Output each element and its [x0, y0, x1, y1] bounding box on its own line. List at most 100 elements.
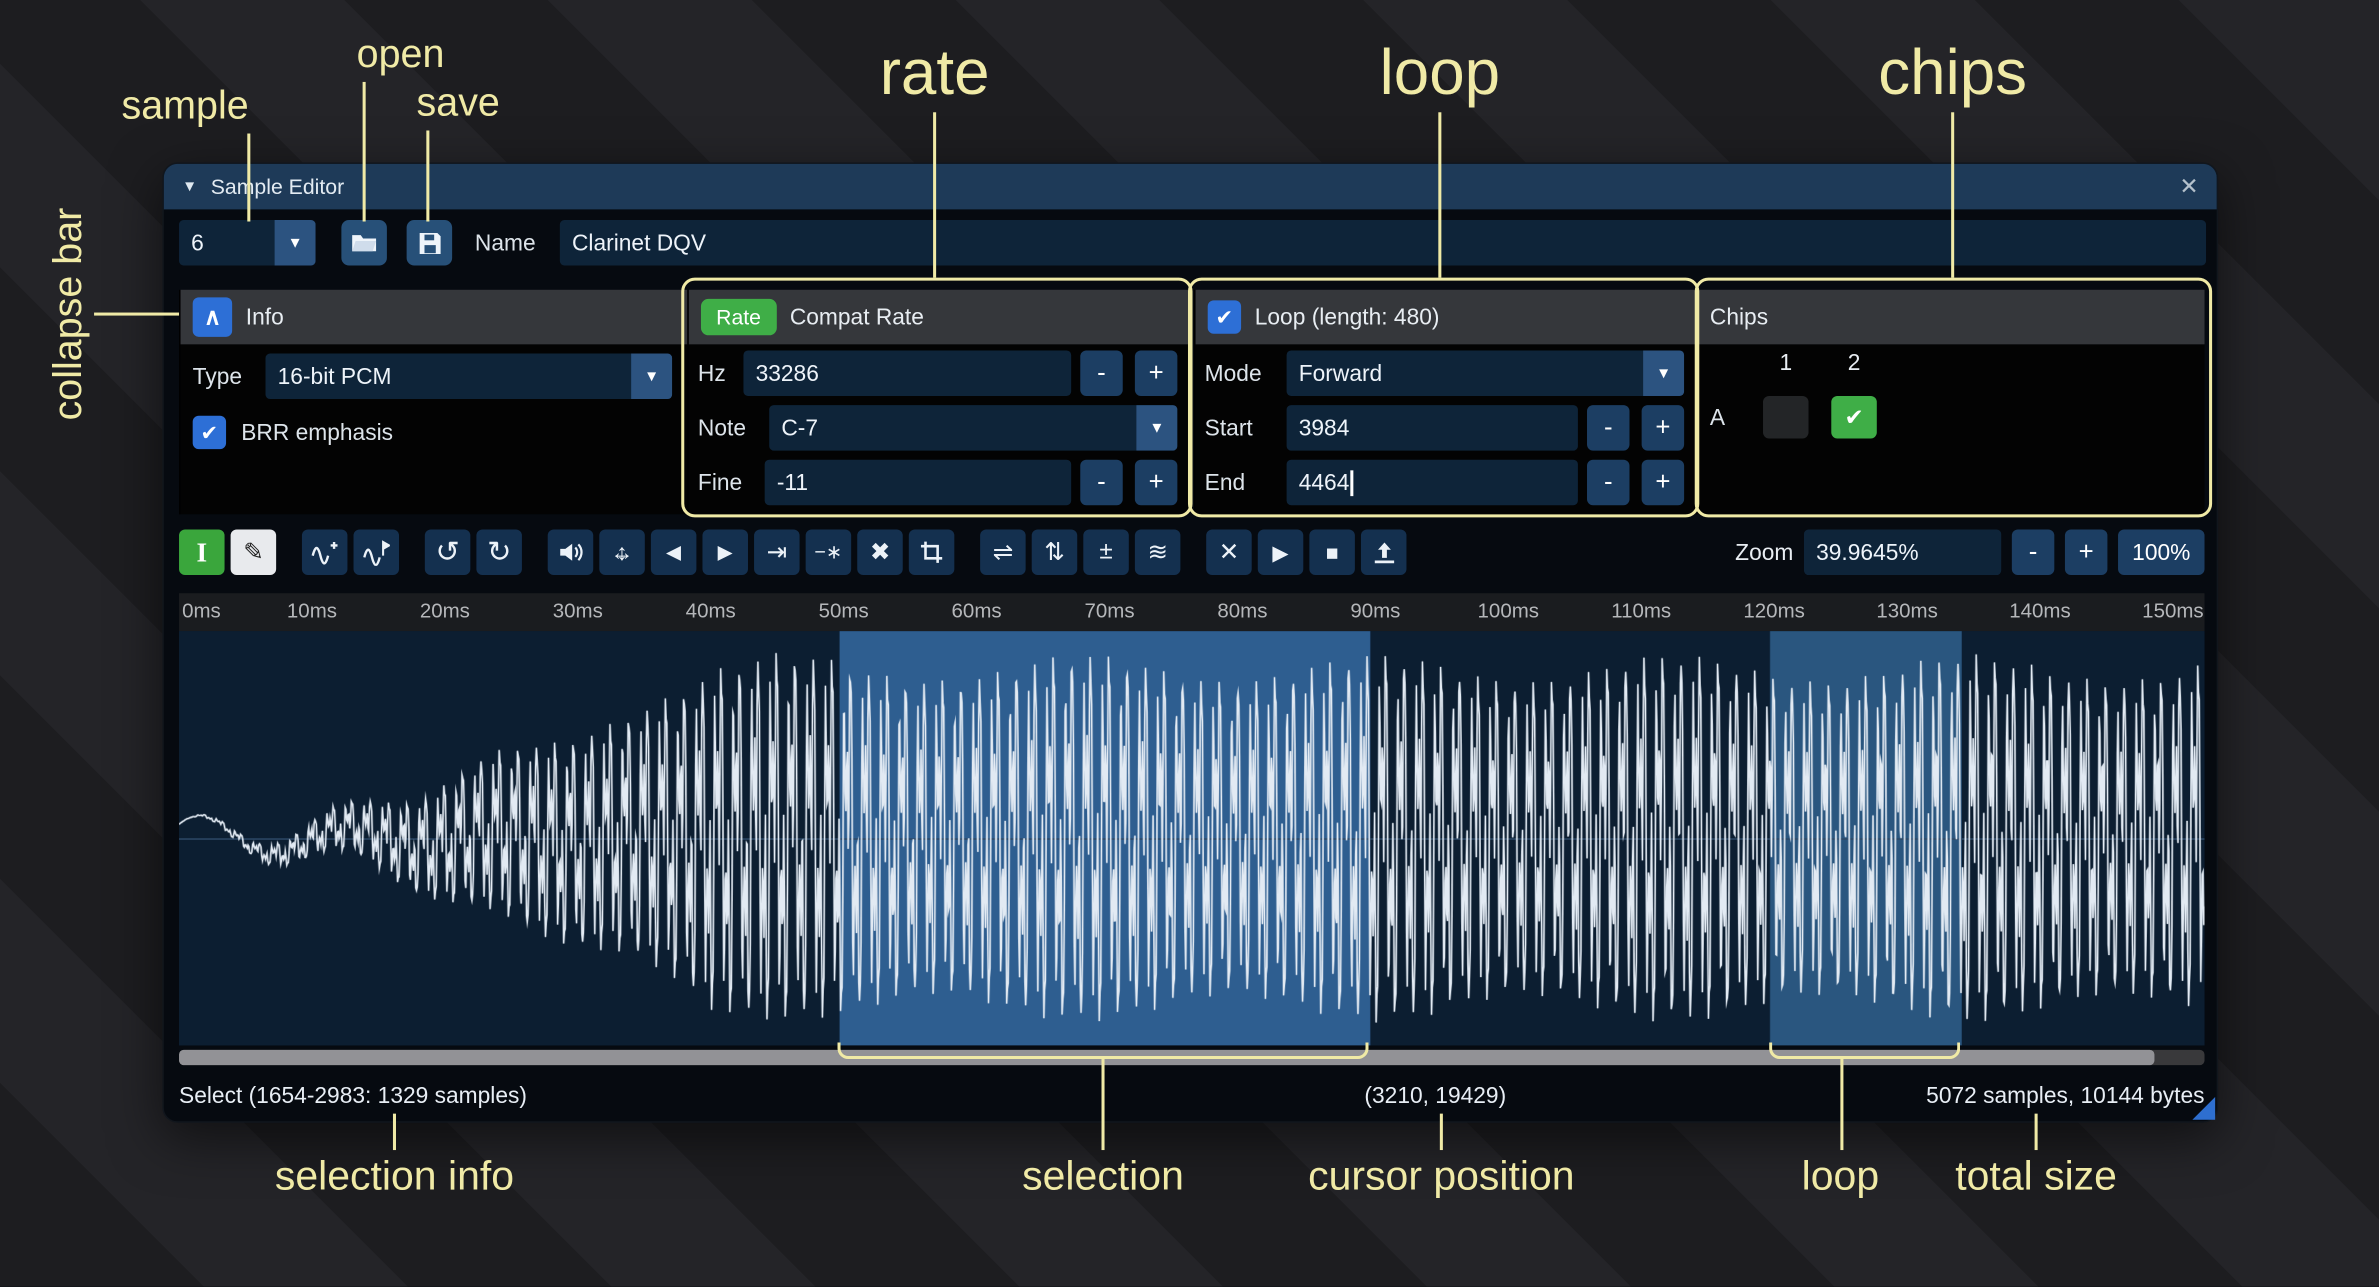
zoom-value: 39.9645% — [1816, 539, 1919, 565]
line-selection-info — [393, 1114, 396, 1150]
sample-select-value: 6 — [179, 220, 275, 266]
zoom-label: Zoom — [1735, 539, 1793, 565]
collapse-bar-button[interactable]: ∧ — [193, 297, 232, 336]
apply-silence-button[interactable]: −∗ — [806, 530, 852, 576]
arrows-horizontal-icon: ↔ — [599, 530, 645, 576]
selection-info-text: Select (1654-2983: 1329 samples) — [179, 1083, 527, 1109]
play-button[interactable]: ▶ — [1258, 530, 1304, 576]
ruler-label: 50ms — [819, 599, 869, 622]
line-save — [426, 130, 429, 221]
resample-wave-icon — [363, 539, 390, 566]
sign-button[interactable]: ± — [1083, 530, 1129, 576]
annotation-rate: rate — [880, 36, 990, 109]
annotation-chips: chips — [1878, 36, 2027, 109]
annotation-sample: sample — [122, 82, 249, 129]
fade-out-icon: ▶ — [718, 540, 733, 564]
ruler-label: 70ms — [1084, 599, 1134, 622]
reverse-button[interactable]: ⇌ — [980, 530, 1026, 576]
invert-icon: ⇅ — [1044, 537, 1064, 567]
chevron-down-icon[interactable]: ▼ — [631, 354, 672, 400]
waveform-canvas[interactable] — [179, 631, 2204, 1045]
zoom-reset-button[interactable]: 100% — [2118, 530, 2204, 576]
line-sample — [247, 134, 250, 222]
zoom-in-button[interactable]: + — [2065, 530, 2107, 576]
stop-button[interactable]: ■ — [1309, 530, 1355, 576]
status-bar: Select (1654-2983: 1329 samples) (3210, … — [164, 1071, 2217, 1121]
crossfade-button[interactable]: ✕ — [1206, 530, 1252, 576]
filter-button[interactable]: ≋ — [1135, 530, 1181, 576]
ruler-label: 10ms — [287, 599, 337, 622]
annotation-collapse-bar: collapse bar — [45, 208, 92, 421]
name-input[interactable]: Clarinet DQV — [560, 220, 2206, 266]
save-button[interactable] — [407, 220, 453, 266]
edit-mode-button[interactable]: I — [179, 530, 225, 576]
invert-button[interactable]: ⇅ — [1032, 530, 1078, 576]
window-title: Sample Editor — [211, 174, 344, 198]
ruler-label: 30ms — [553, 599, 603, 622]
check-icon: ✔ — [200, 420, 218, 446]
screenshot-stage: ▼ Sample Editor ✕ 6 ▼ Name Clarinet DQV — [0, 0, 2379, 1287]
line-selection — [1102, 1059, 1105, 1150]
trim-button[interactable] — [909, 530, 955, 576]
speaker-icon — [557, 539, 584, 566]
resize-grip[interactable] — [2192, 1097, 2215, 1120]
insert-silence-button[interactable]: ⇥ — [754, 530, 800, 576]
ruler-label: 60ms — [952, 599, 1002, 622]
zoom-out-button[interactable]: - — [2012, 530, 2054, 576]
line-cursor-position — [1440, 1114, 1443, 1150]
line-total-size — [2035, 1114, 2038, 1150]
line-collapse-bar — [94, 313, 179, 316]
line-loop-region — [1840, 1059, 1843, 1150]
resample-button[interactable] — [354, 530, 400, 576]
selection-bracket — [838, 1042, 1369, 1059]
amplify-button[interactable] — [548, 530, 594, 576]
redo-button[interactable]: ↻ — [476, 530, 522, 576]
annotation-loop-region: loop — [1802, 1153, 1879, 1200]
type-select[interactable]: 16-bit PCM ▼ — [266, 354, 673, 400]
close-icon[interactable]: ✕ — [2179, 173, 2198, 200]
folder-open-icon — [350, 229, 377, 256]
timeline-ruler: 0ms10ms20ms30ms40ms50ms60ms70ms80ms90ms1… — [179, 593, 2204, 631]
insert-silence-icon: ⇥ — [767, 537, 787, 567]
waveform-view[interactable] — [179, 631, 2204, 1045]
zoom-input[interactable]: 39.9645% — [1804, 530, 2001, 576]
fade-in-button[interactable]: ◀ — [651, 530, 697, 576]
ruler-label: 20ms — [420, 599, 470, 622]
sample-select[interactable]: 6 ▼ — [179, 220, 316, 266]
line-rate — [933, 112, 936, 277]
crop-icon — [919, 540, 943, 564]
annotation-selection-info: selection info — [275, 1153, 514, 1200]
draw-mode-button[interactable]: ✎ — [231, 530, 277, 576]
upload-icon — [1371, 539, 1397, 565]
window-titlebar[interactable]: ▼ Sample Editor ✕ — [164, 164, 2217, 210]
chevron-up-icon: ∧ — [204, 303, 221, 330]
fade-out-button[interactable]: ▶ — [702, 530, 748, 576]
filter-wave-icon: ≋ — [1147, 537, 1167, 567]
info-panel-header: ∧ Info — [181, 290, 688, 345]
ruler-label: 140ms — [2009, 599, 2070, 622]
ruler-label: 90ms — [1350, 599, 1400, 622]
line-chips — [1951, 112, 1954, 277]
info-panel-title: Info — [246, 304, 284, 330]
resize-wave-icon — [311, 539, 338, 566]
window-collapse-icon[interactable]: ▼ — [182, 178, 197, 195]
chevron-down-icon[interactable]: ▼ — [275, 220, 316, 266]
open-button[interactable] — [341, 220, 387, 266]
delete-icon: ✖ — [870, 537, 890, 567]
upload-button[interactable] — [1361, 530, 1407, 576]
rate-highlight-box — [681, 278, 1192, 518]
pencil-icon: ✎ — [243, 537, 263, 567]
brr-emphasis-checkbox[interactable]: ✔ — [193, 416, 226, 449]
delete-button[interactable]: ✖ — [857, 530, 903, 576]
annotation-save: save — [417, 79, 500, 126]
info-panel: ∧ Info Type 16-bit PCM ▼ ✔ BRR emphasis — [179, 290, 687, 515]
annotation-cursor-position: cursor position — [1308, 1153, 1574, 1200]
normalize-button[interactable]: ↔ ↕ — [599, 530, 645, 576]
ruler-label: 40ms — [686, 599, 736, 622]
floppy-save-icon — [416, 230, 442, 256]
undo-button[interactable]: ↺ — [425, 530, 471, 576]
fade-in-icon: ◀ — [666, 540, 681, 564]
resize-button[interactable] — [302, 530, 348, 576]
annotation-selection: selection — [1022, 1153, 1184, 1200]
crossfade-icon: ✕ — [1219, 537, 1239, 567]
